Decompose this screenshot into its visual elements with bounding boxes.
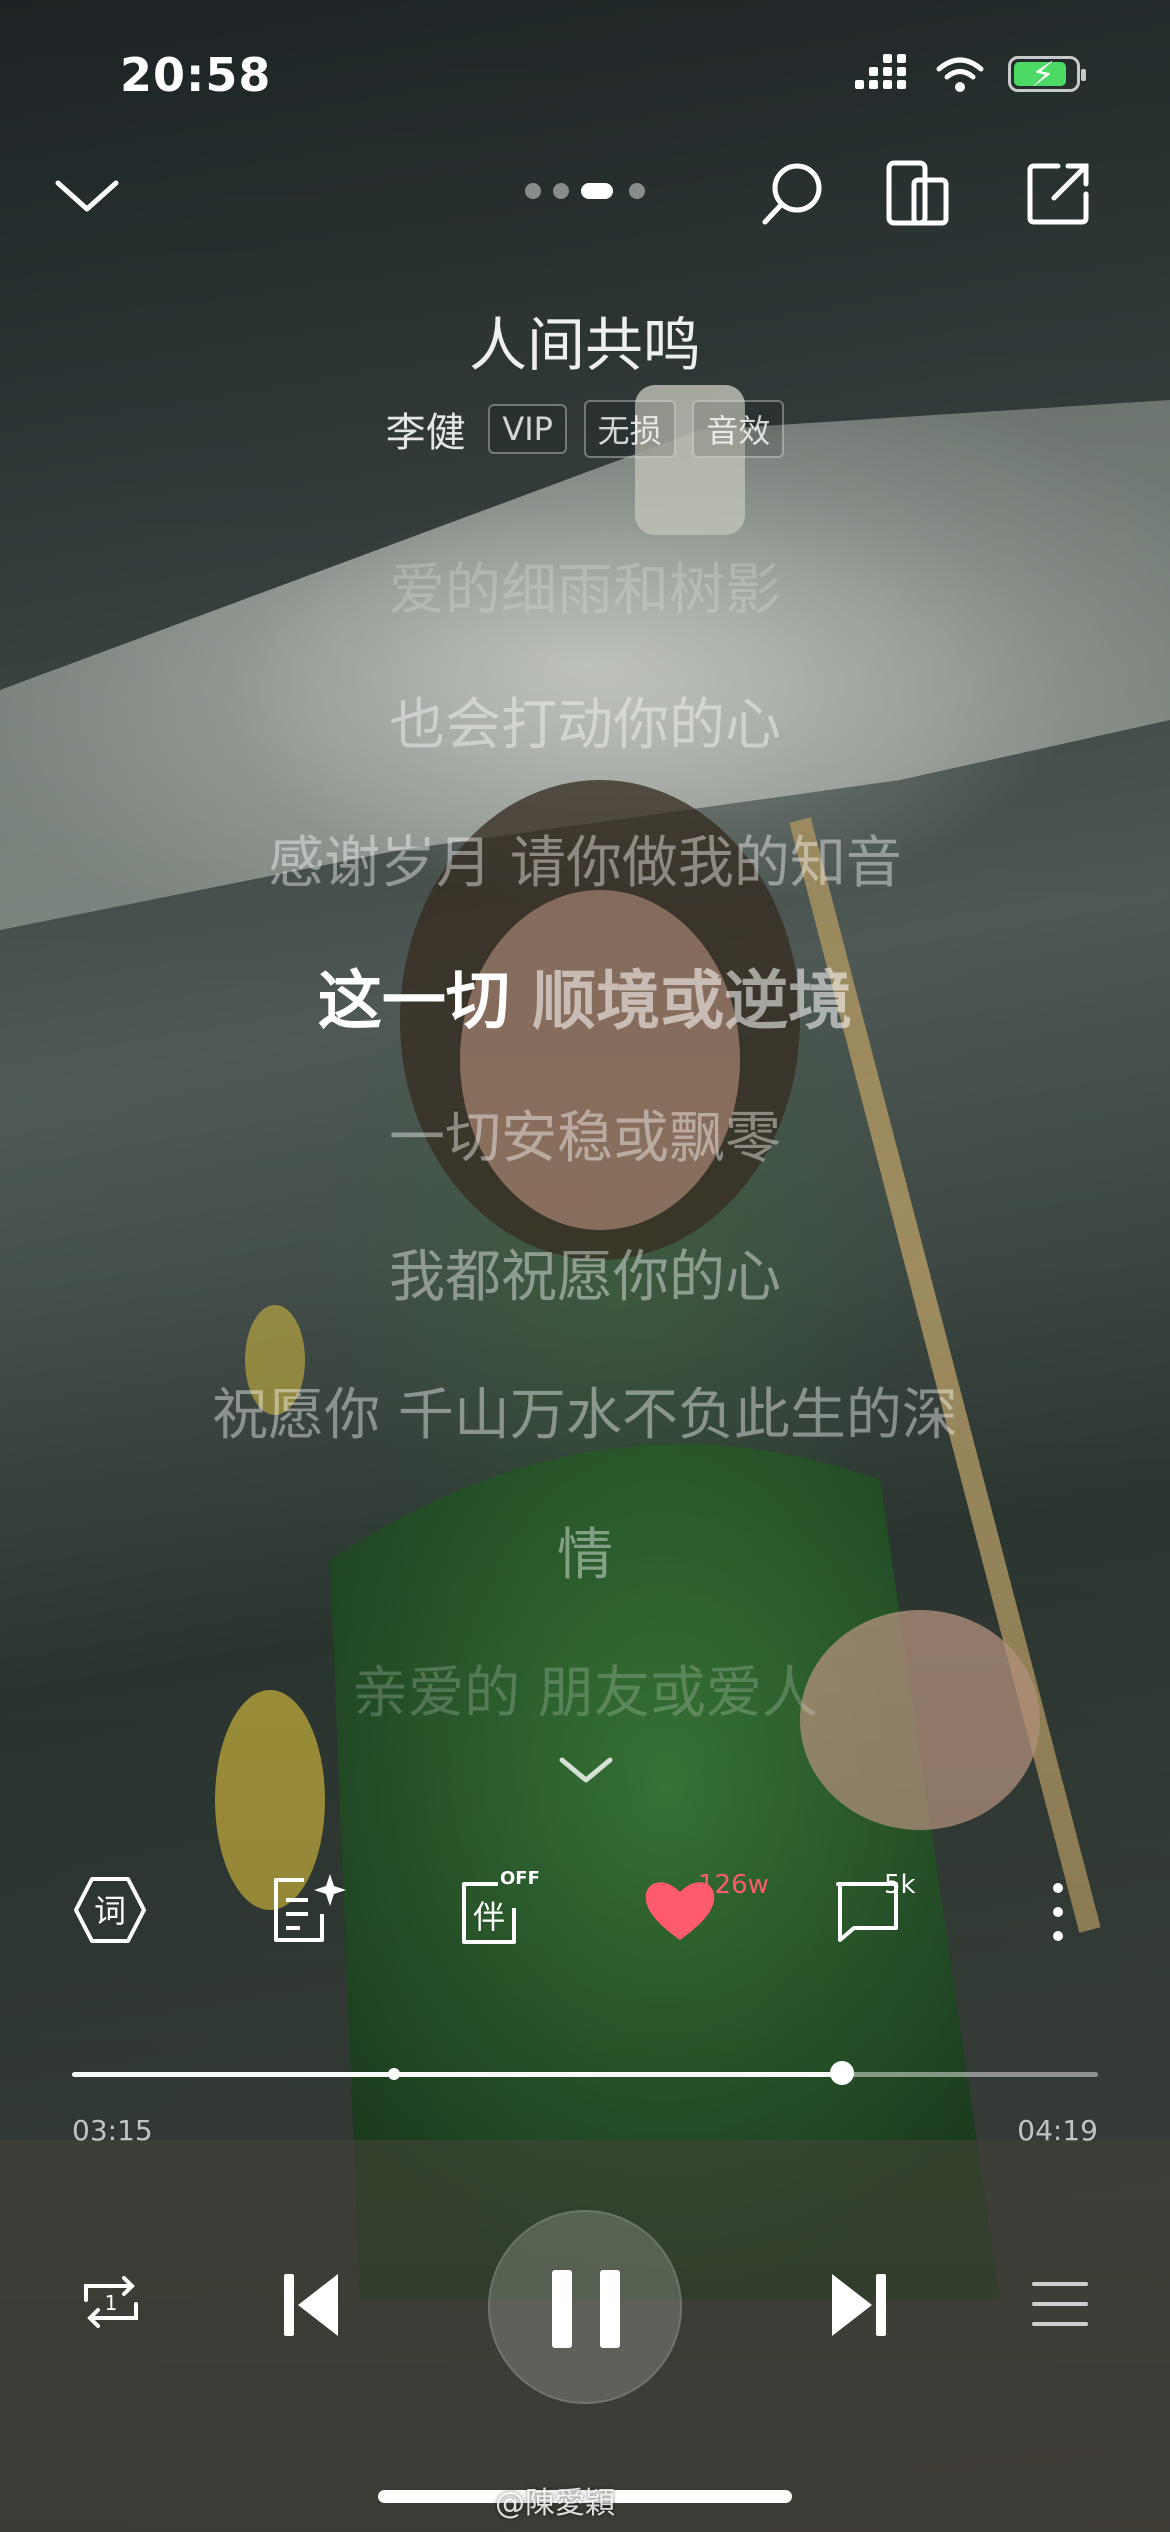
artist-name[interactable]: 李健 xyxy=(386,410,466,456)
repeat-one-icon[interactable]: 1 xyxy=(78,2272,144,2332)
sound-effect-badge[interactable]: 音效 xyxy=(692,400,785,458)
current-time: 03:15 xyxy=(72,2114,153,2147)
ai-lyrics-edit-icon[interactable] xyxy=(268,1870,348,1946)
previous-track-icon[interactable] xyxy=(280,2270,344,2340)
expand-lyrics-chevron-icon[interactable] xyxy=(556,1752,616,1788)
collapse-chevron-icon[interactable] xyxy=(52,175,122,215)
lyric-line: 亲爱的 朋友或爱人 xyxy=(352,1661,818,1726)
device-switch-icon[interactable] xyxy=(884,158,954,230)
search-icon[interactable] xyxy=(757,158,827,230)
svg-text:1: 1 xyxy=(105,2291,118,2315)
wifi-icon xyxy=(936,57,984,92)
comment-count: 5k xyxy=(884,1870,916,1900)
unsung-portion: 顺境或逆境 xyxy=(509,965,853,1039)
watermark: @陳愛穎 xyxy=(495,2486,615,2521)
pause-icon xyxy=(552,2270,572,2348)
total-time: 04:19 xyxy=(1017,2114,1098,2147)
progress-bar[interactable] xyxy=(72,2072,1098,2077)
lyric-line: 感谢岁月 请你做我的知音 xyxy=(268,831,902,896)
lyric-line: 我都祝愿你的心 xyxy=(389,1245,781,1310)
progress-played xyxy=(72,2072,842,2077)
like-count: 126w xyxy=(698,1870,769,1900)
share-icon[interactable] xyxy=(1024,158,1094,230)
lyrics-icon-label: 词 xyxy=(94,1892,126,1930)
battery-icon: ⚡ xyxy=(1008,55,1086,95)
status-bar: 20:58 ⚡ xyxy=(0,0,1170,150)
climax-marker[interactable] xyxy=(388,2068,400,2080)
lyric-line: 也会打动你的心 xyxy=(389,693,781,758)
lyric-line: 情 xyxy=(557,1523,613,1588)
progress-thumb[interactable] xyxy=(829,2061,854,2085)
sung-portion: 这一切 xyxy=(317,965,510,1039)
lyrics-poster-icon[interactable]: 词 xyxy=(72,1875,148,1945)
status-time: 20:58 xyxy=(120,48,272,102)
accompaniment-icon-label: 伴 xyxy=(473,1898,505,1936)
lyric-line: 一切安稳或飘零 xyxy=(389,1106,781,1171)
vip-badge[interactable]: VIP xyxy=(488,404,567,454)
lyric-line: 爱的细雨和树影 xyxy=(389,558,781,623)
lyric-line: 祝愿你 千山万水不负此生的深 xyxy=(212,1383,958,1448)
next-track-icon[interactable] xyxy=(826,2270,890,2340)
lossless-badge[interactable]: 无损 xyxy=(583,400,676,458)
pause-button[interactable] xyxy=(488,2210,682,2404)
song-title: 人间共鸣 xyxy=(468,311,701,379)
playlist-icon[interactable] xyxy=(1030,2276,1090,2332)
song-meta: 李健 VIP 无损 音效 xyxy=(0,400,1170,458)
charging-bolt-icon: ⚡ xyxy=(1031,55,1055,95)
accompaniment-state-badge: OFF xyxy=(500,1868,540,1889)
current-lyric-line: 这一切 顺境或逆境 xyxy=(0,950,1170,1042)
more-options-icon[interactable] xyxy=(1048,1880,1068,1944)
